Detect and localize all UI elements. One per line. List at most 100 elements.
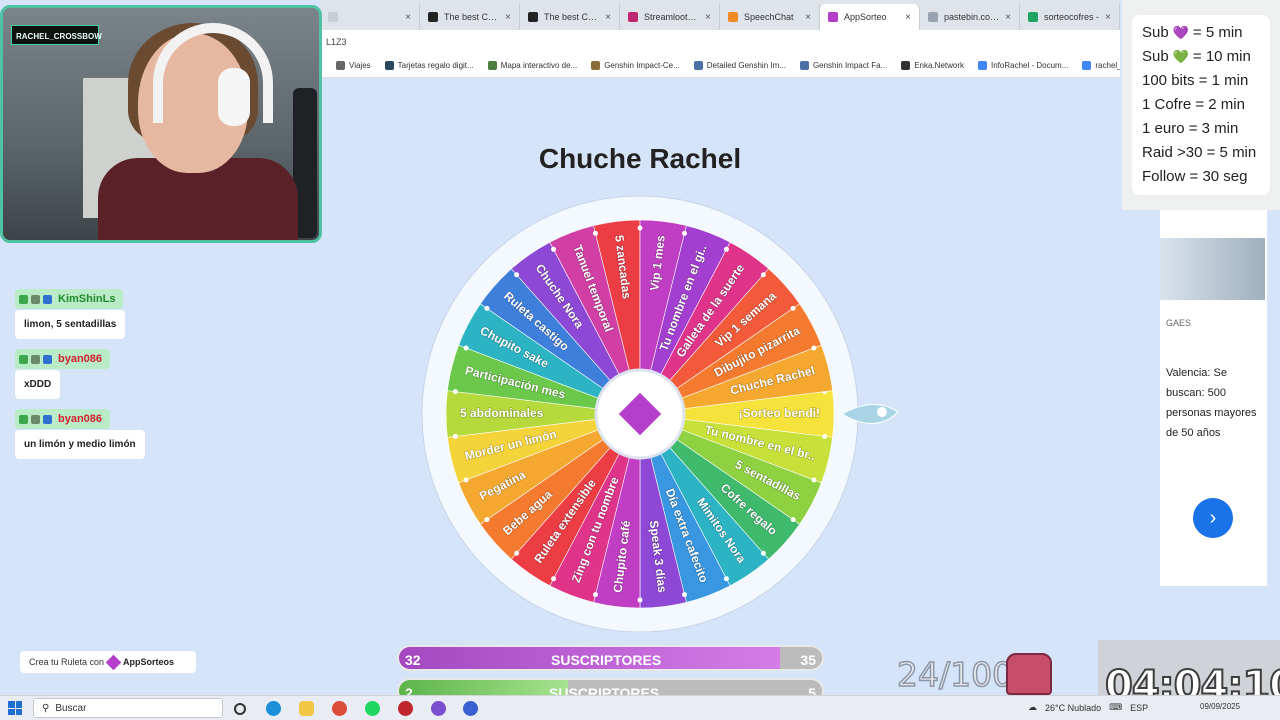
- bookmark-label: Genshin Impact-Ce...: [604, 61, 680, 70]
- treasure-chest-icon: [1006, 653, 1052, 695]
- close-tab-icon[interactable]: ×: [605, 12, 611, 23]
- browser-tab[interactable]: pastebin.com/ ×: [920, 4, 1020, 30]
- chevron-right-icon[interactable]: ›: [1193, 498, 1233, 538]
- bookmark-label: Mapa interactivo de...: [500, 61, 578, 70]
- language-indicator[interactable]: ESP: [1130, 703, 1148, 713]
- wheel-peg: [463, 345, 469, 351]
- wheel-peg: [514, 272, 520, 278]
- webcam-overlay: RACHEL_CROSSBOW: [0, 5, 322, 243]
- browser-tab[interactable]: Streamloots | L ×: [620, 4, 720, 30]
- bookmark-label: InfoRachel - Docum...: [991, 61, 1069, 70]
- tab-title: SpeechChat: [744, 12, 794, 22]
- wheel-peg: [452, 389, 458, 395]
- tab-favicon-icon: [728, 12, 738, 22]
- bookmark-icon: [384, 61, 394, 70]
- chrome-icon[interactable]: [332, 701, 347, 716]
- chat-text: xDDD: [15, 370, 61, 399]
- task-view-icon[interactable]: [234, 703, 246, 715]
- tab-title: Streamloots | L: [644, 12, 700, 22]
- windows-start-icon[interactable]: [8, 701, 22, 715]
- tab-title: AppSorteo: [844, 12, 887, 22]
- bookmark-item[interactable]: Enka.Network: [901, 61, 964, 70]
- browser-tab[interactable]: ×: [320, 4, 420, 30]
- wheel-peg: [551, 576, 557, 582]
- wheel-peg: [723, 246, 729, 252]
- spotify-icon[interactable]: [365, 701, 380, 716]
- app-icon[interactable]: [398, 701, 413, 716]
- wheel-peg: [484, 305, 490, 311]
- ad-headline[interactable]: Valencia: Se buscan: 500 personas mayore…: [1166, 363, 1266, 443]
- chat-badge-icon: [43, 414, 52, 424]
- browser-tab[interactable]: SpeechChat ×: [720, 4, 820, 30]
- taskbar-search[interactable]: ⚲ Buscar: [33, 698, 223, 718]
- taskbar-search-placeholder: Buscar: [55, 702, 87, 714]
- weather-text: 26°C Nublado: [1045, 702, 1102, 713]
- tab-favicon-icon: [828, 12, 838, 22]
- rate-line: Follow = 30 seg: [1142, 165, 1260, 189]
- wheel-peg: [760, 272, 766, 278]
- close-tab-icon[interactable]: ×: [405, 12, 411, 23]
- tab-favicon-icon: [1028, 12, 1038, 22]
- chat-text: un limón y medio limón: [15, 430, 145, 459]
- system-clock[interactable]: 09/09/2025: [1200, 702, 1240, 711]
- chat-message: byan086 xDDD: [15, 349, 111, 399]
- bookmark-icon: [693, 61, 703, 70]
- close-tab-icon[interactable]: ×: [905, 12, 911, 23]
- bookmark-item[interactable]: Genshin Impact-Ce...: [591, 61, 680, 70]
- bookmark-label: Viajes: [349, 61, 371, 70]
- close-tab-icon[interactable]: ×: [805, 12, 811, 23]
- bookmark-item[interactable]: Viajes: [336, 61, 371, 70]
- advertisement[interactable]: GAES Valencia: Se buscan: 500 personas m…: [1160, 210, 1267, 586]
- browser-tab[interactable]: The best Chat ×: [520, 4, 620, 30]
- bookmark-label: Genshin Impact Fa...: [812, 61, 888, 70]
- prize-wheel[interactable]: ¡Sorteo bendi!Tu nombre en el br..5 sent…: [420, 192, 900, 632]
- rate-text: Sub: [1142, 48, 1169, 65]
- rate-text: Sub: [1142, 24, 1169, 41]
- credit-brand: AppSorteos: [123, 657, 175, 667]
- network-icon[interactable]: ⌨: [1109, 702, 1122, 713]
- bookmark-item[interactable]: rachel_cro: [1082, 61, 1120, 70]
- bookmark-icon: [336, 61, 345, 70]
- bookmark-item[interactable]: Mapa interactivo de...: [487, 61, 578, 70]
- browser-tab[interactable]: AppSorteo ×: [820, 4, 920, 30]
- close-tab-icon[interactable]: ×: [705, 12, 711, 23]
- bookmark-item[interactable]: Genshin Impact Fa...: [799, 61, 888, 70]
- heart-icon: 💜: [1172, 25, 1189, 40]
- chat-badge-icon: [31, 354, 40, 364]
- app-icon[interactable]: [463, 701, 478, 716]
- bookmark-label: Enka.Network: [914, 61, 964, 70]
- tab-favicon-icon: [328, 12, 338, 22]
- chat-badge-icon: [43, 354, 52, 364]
- bookmark-item[interactable]: Detailed Genshin Im...: [693, 61, 786, 70]
- wheel-pointer-dot: [877, 407, 887, 417]
- app-icon[interactable]: [431, 701, 446, 716]
- wheel-peg: [811, 345, 817, 351]
- chat-badge-icon: [31, 294, 40, 304]
- close-tab-icon[interactable]: ×: [505, 12, 511, 23]
- bookmark-item[interactable]: Tarjetas regalo digit...: [384, 61, 474, 70]
- address-bar[interactable]: L1Z3: [320, 30, 1120, 54]
- ad-image[interactable]: [1160, 238, 1265, 300]
- edge-browser-icon[interactable]: [266, 701, 281, 716]
- wheel-peg: [452, 433, 458, 439]
- close-tab-icon[interactable]: ×: [1105, 12, 1111, 23]
- rate-line: 1 euro = 3 min: [1142, 117, 1260, 141]
- rate-value: = 10 min: [1192, 48, 1251, 65]
- close-tab-icon[interactable]: ×: [1005, 12, 1011, 23]
- wheel-peg: [637, 597, 643, 603]
- bookmark-item[interactable]: InfoRachel - Docum...: [978, 61, 1068, 70]
- bookmarks-bar: Viajes Tarjetas regalo digit... Mapa inter…: [320, 54, 1120, 78]
- clock-date: 09/09/2025: [1200, 702, 1241, 711]
- appsorteos-credit[interactable]: Crea tu Ruleta con AppSorteos: [20, 651, 196, 673]
- wheel-peg: [790, 305, 796, 311]
- browser-tab[interactable]: The best Chat ×: [420, 4, 520, 30]
- credit-prefix: Crea tu Ruleta con: [29, 657, 105, 667]
- browser-tab[interactable]: sorteocofres - ×: [1020, 4, 1120, 30]
- file-explorer-icon[interactable]: [299, 701, 314, 716]
- bookmark-icon: [591, 61, 601, 70]
- wheel-peg: [637, 225, 643, 231]
- chat-badge-icon: [19, 354, 28, 364]
- chat-badge-icon: [19, 294, 28, 304]
- tab-favicon-icon: [628, 12, 638, 22]
- goal-label: SUSCRIPTORES: [551, 652, 662, 668]
